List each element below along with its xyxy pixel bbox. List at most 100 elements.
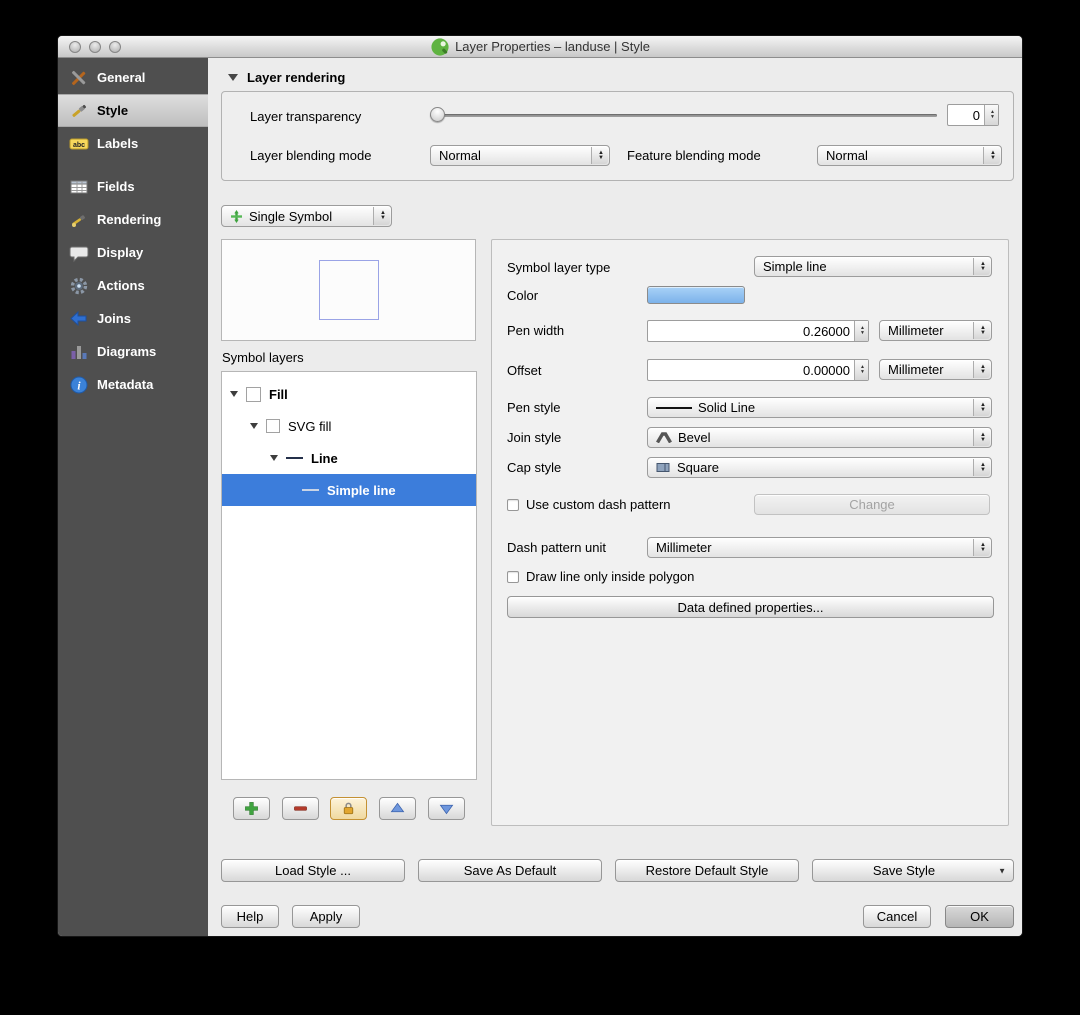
save-style-button[interactable]: Save Style bbox=[812, 859, 1014, 882]
sidebar-item-label: Display bbox=[97, 245, 144, 260]
line-symbol-icon bbox=[286, 457, 303, 459]
layer-transparency-slider[interactable] bbox=[430, 107, 937, 123]
help-button[interactable]: Help bbox=[221, 905, 279, 928]
sidebar-item-joins[interactable]: Joins bbox=[58, 302, 208, 335]
save-style-label: Save Style bbox=[872, 863, 936, 878]
titlebar[interactable]: Layer Properties – landuse | Style bbox=[58, 36, 1022, 58]
tree-row-simple-line[interactable]: Simple line bbox=[222, 474, 476, 506]
disclosure-triangle-icon[interactable] bbox=[270, 455, 278, 461]
sidebar-item-label: Actions bbox=[97, 278, 145, 293]
general-icon bbox=[71, 70, 86, 85]
sidebar-item-diagrams[interactable]: Diagrams bbox=[58, 335, 208, 368]
symbol-layers-label: Symbol layers bbox=[222, 350, 304, 365]
lock-icon bbox=[344, 802, 354, 815]
symbol-layer-type-label: Symbol layer type bbox=[507, 260, 611, 275]
dash-pattern-unit-value: Millimeter bbox=[656, 540, 712, 555]
tree-row-svg-fill[interactable]: SVG fill bbox=[222, 410, 476, 442]
tree-row-line[interactable]: Line bbox=[222, 442, 476, 474]
use-custom-dash-pattern-label: Use custom dash pattern bbox=[526, 497, 671, 512]
join-style-select[interactable]: Bevel bbox=[647, 427, 992, 448]
layer-blending-mode-select[interactable]: Normal bbox=[430, 145, 610, 166]
disclosure-triangle-icon[interactable] bbox=[250, 423, 258, 429]
minimize-window-button[interactable] bbox=[89, 41, 101, 53]
slider-handle[interactable] bbox=[430, 107, 445, 122]
sidebar-item-label: General bbox=[97, 70, 146, 85]
pen-width-label: Pen width bbox=[507, 323, 565, 338]
feature-blending-mode-label: Feature blending mode bbox=[627, 148, 761, 163]
pen-style-select[interactable]: Solid Line bbox=[647, 397, 992, 418]
window-controls bbox=[69, 41, 121, 53]
layer-blending-mode-label: Layer blending mode bbox=[250, 148, 372, 163]
color-swatch-button[interactable] bbox=[647, 286, 745, 304]
style-icon bbox=[72, 104, 87, 117]
use-custom-dash-pattern-checkbox[interactable] bbox=[507, 498, 519, 511]
pen-width-unit-select[interactable]: Millimeter bbox=[879, 320, 992, 341]
help-label: Help bbox=[236, 909, 264, 924]
single-symbol-icon bbox=[231, 209, 242, 223]
lock-color-button[interactable] bbox=[330, 797, 368, 820]
apply-label: Apply bbox=[309, 909, 343, 924]
offset-unit-select[interactable]: Millimeter bbox=[879, 359, 992, 380]
svg-text:abc: abc bbox=[73, 141, 85, 148]
layer-rendering-panel: Layer transparency 0 Layer blending mode… bbox=[221, 91, 1014, 181]
offset-value: 0.00000 bbox=[803, 362, 850, 378]
pen-width-unit-value: Millimeter bbox=[888, 323, 944, 338]
add-symbol-layer-button[interactable] bbox=[232, 797, 270, 820]
zoom-window-button[interactable] bbox=[109, 41, 121, 53]
feature-blending-mode-select[interactable]: Normal bbox=[817, 145, 1002, 166]
tree-row-label: Simple line bbox=[327, 482, 396, 498]
layer-rendering-section-header[interactable]: Layer rendering bbox=[228, 70, 345, 85]
pen-style-label: Pen style bbox=[507, 400, 561, 415]
chevron-down-icon[interactable] bbox=[998, 866, 1006, 875]
draw-inside-polygon-row: Draw line only inside polygon bbox=[507, 569, 694, 584]
close-window-button[interactable] bbox=[69, 41, 81, 53]
tree-row-fill[interactable]: Fill bbox=[222, 378, 476, 410]
symbol-layer-type-value: Simple line bbox=[763, 259, 827, 274]
data-defined-properties-button[interactable]: Data defined properties... bbox=[507, 596, 994, 618]
move-up-button[interactable] bbox=[379, 797, 417, 820]
use-custom-dash-pattern-row: Use custom dash pattern bbox=[507, 497, 671, 512]
sidebar-item-labels[interactable]: abc Labels bbox=[58, 127, 208, 160]
remove-symbol-layer-button[interactable] bbox=[281, 797, 319, 820]
minus-icon bbox=[293, 806, 307, 811]
diagrams-icon bbox=[71, 345, 87, 359]
fields-icon bbox=[70, 180, 88, 193]
dash-pattern-unit-select[interactable]: Millimeter bbox=[647, 537, 992, 558]
draw-inside-polygon-checkbox[interactable] bbox=[507, 570, 519, 583]
sidebar-item-style[interactable]: Style bbox=[58, 94, 208, 127]
layer-transparency-value[interactable]: 0 bbox=[947, 104, 999, 126]
arrow-down-icon bbox=[439, 804, 454, 815]
apply-button[interactable]: Apply bbox=[292, 905, 360, 928]
disclosure-triangle-icon[interactable] bbox=[228, 74, 238, 81]
cap-style-select[interactable]: Square bbox=[647, 457, 992, 478]
sidebar-item-rendering[interactable]: Rendering bbox=[58, 203, 208, 236]
cap-style-value: Square bbox=[677, 460, 719, 475]
move-down-button[interactable] bbox=[428, 797, 466, 820]
sidebar-item-metadata[interactable]: i Metadata bbox=[58, 368, 208, 401]
pen-width-value: 0.26000 bbox=[803, 323, 850, 339]
sidebar-item-general[interactable]: General bbox=[58, 61, 208, 94]
arrow-up-icon bbox=[390, 802, 405, 813]
pen-style-value: Solid Line bbox=[698, 400, 756, 415]
layer-blending-mode-value: Normal bbox=[439, 148, 481, 163]
sidebar-item-fields[interactable]: Fields bbox=[58, 170, 208, 203]
actions-icon bbox=[70, 277, 88, 294]
sidebar-item-display[interactable]: Display bbox=[58, 236, 208, 269]
tree-row-label: Fill bbox=[269, 386, 288, 402]
load-style-button[interactable]: Load Style ... bbox=[221, 859, 405, 882]
offset-input[interactable]: 0.00000 bbox=[647, 359, 869, 381]
restore-default-style-button[interactable]: Restore Default Style bbox=[615, 859, 799, 882]
renderer-value: Single Symbol bbox=[249, 208, 333, 224]
pen-width-input[interactable]: 0.26000 bbox=[647, 320, 869, 342]
symbol-layer-type-select[interactable]: Simple line bbox=[754, 256, 992, 277]
ok-button[interactable]: OK bbox=[945, 905, 1014, 928]
renderer-select[interactable]: Single Symbol bbox=[221, 205, 392, 227]
symbol-layers-tree[interactable]: Fill SVG fill Line Simple line bbox=[221, 371, 477, 780]
disclosure-triangle-icon[interactable] bbox=[230, 391, 238, 397]
save-as-default-button[interactable]: Save As Default bbox=[418, 859, 602, 882]
plus-icon bbox=[244, 802, 258, 815]
sidebar-item-actions[interactable]: Actions bbox=[58, 269, 208, 302]
symbol-preview-swatch bbox=[319, 260, 379, 320]
cancel-button[interactable]: Cancel bbox=[863, 905, 931, 928]
slider-track[interactable] bbox=[430, 114, 937, 117]
